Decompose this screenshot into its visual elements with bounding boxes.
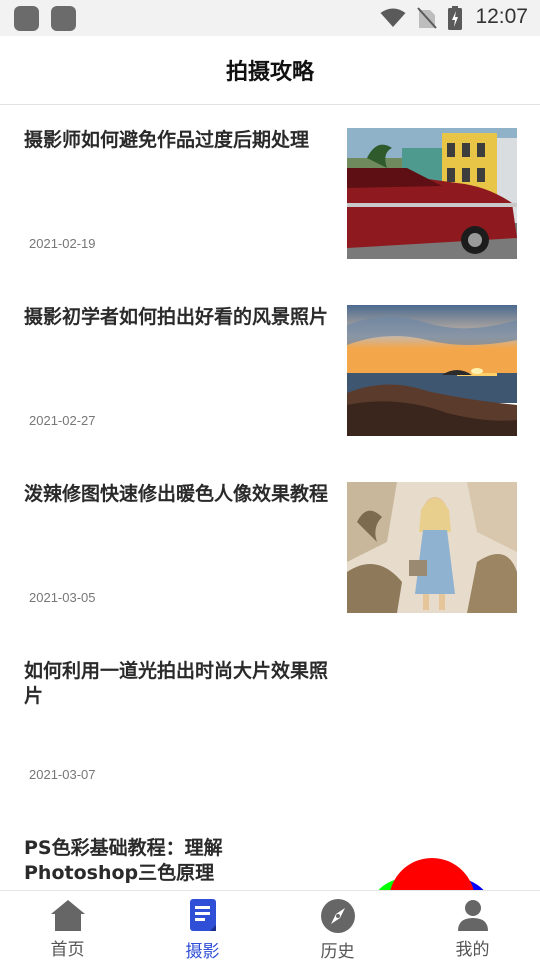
status-bar: 12:07 [0, 0, 540, 36]
article-title: 摄影师如何避免作品过度后期处理 [24, 129, 310, 151]
no-signal-icon [417, 7, 437, 29]
article-title: 泼辣修图快速修出暖色人像效果教程 [24, 483, 329, 505]
tab-label: 首页 [50, 940, 85, 960]
person-icon [455, 898, 491, 932]
tab-profile[interactable]: 我的 [405, 891, 540, 960]
article-date: 2021-02-19 [29, 236, 96, 251]
title-bar: 拍摄攻略 [0, 36, 540, 105]
tab-photography[interactable]: 摄影 [135, 891, 270, 960]
article-date: 2021-03-07 [29, 767, 96, 782]
tab-history[interactable]: 历史 [270, 891, 405, 960]
battery-charging-icon [448, 6, 462, 30]
article-item[interactable]: 摄影初学者如何拍出好看的风景照片 2021-02-27 [0, 282, 540, 459]
status-time: 12:07 [475, 5, 528, 28]
article-date: 2021-03-05 [29, 590, 96, 605]
tab-label: 我的 [455, 940, 490, 960]
article-thumbnail[interactable] [347, 128, 517, 259]
article-item[interactable]: PS色彩基础教程：理解Photoshop三色原理 [0, 813, 540, 890]
tab-label: 摄影 [185, 942, 220, 960]
article-item[interactable]: 摄影师如何避免作品过度后期处理 2021-02-19 [0, 105, 540, 282]
article-thumbnail[interactable] [347, 482, 517, 613]
tab-label: 历史 [320, 942, 355, 960]
page-title: 拍摄攻略 [225, 60, 314, 85]
woman-portrait-photo [347, 482, 517, 613]
red-vintage-car-photo [347, 128, 517, 259]
bottom-tab-bar: 首页 摄影 历史 我的 [0, 890, 540, 960]
article-item[interactable]: 如何利用一道光拍出时尚大片效果照片 2021-03-07 [0, 636, 540, 813]
article-thumbnail[interactable] [347, 305, 517, 436]
article-thumbnail[interactable] [347, 836, 517, 890]
tab-home[interactable]: 首页 [0, 891, 135, 960]
article-title: 摄影初学者如何拍出好看的风景照片 [24, 306, 329, 328]
rgb-color-circles-diagram [347, 836, 517, 890]
article-item[interactable]: 泼辣修图快速修出暖色人像效果教程 2021-03-05 [0, 459, 540, 636]
home-icon [50, 898, 86, 932]
sunset-seascape-photo [347, 305, 517, 436]
article-title: PS色彩基础教程：理解Photoshop三色原理 [24, 837, 223, 884]
wifi-icon [380, 8, 406, 27]
app-notification-icon [14, 6, 39, 31]
app-notification-icon [51, 6, 76, 31]
article-list[interactable]: 摄影师如何避免作品过度后期处理 2021-02-19 摄影初学者如何拍出好看的风… [0, 105, 540, 890]
article-date: 2021-02-27 [29, 413, 96, 428]
compass-icon [320, 898, 356, 934]
article-title: 如何利用一道光拍出时尚大片效果照片 [24, 660, 329, 707]
document-icon [185, 898, 221, 934]
